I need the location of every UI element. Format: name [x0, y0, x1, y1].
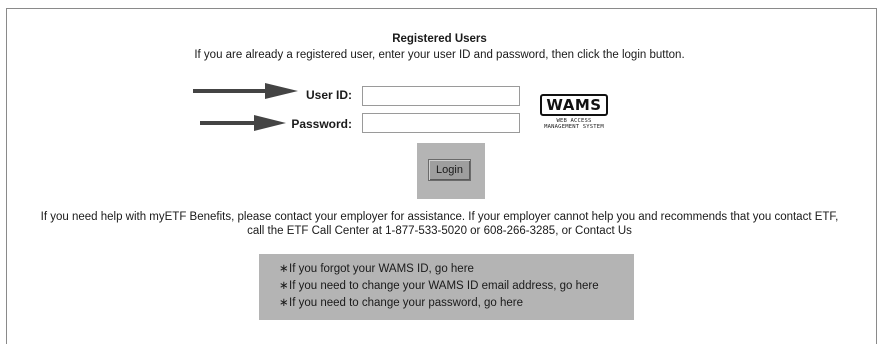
user-id-input[interactable]	[362, 86, 520, 106]
help-links-panel: ∗If you forgot your WAMS ID, go here ∗If…	[259, 254, 634, 320]
help-text: If you need help with myETF Benefits, pl…	[0, 210, 879, 238]
help-line-2: call the ETF Call Center at 1-877-533-50…	[247, 225, 632, 237]
wams-logo-line2: MANAGEMENT SYSTEM	[544, 124, 604, 130]
wams-logo: WAMS WEB ACCESS MANAGEMENT SYSTEM	[540, 94, 608, 134]
password-input[interactable]	[362, 113, 520, 133]
link-label[interactable]: If you need to change your password, go …	[289, 297, 523, 309]
bullet-icon: ∗	[279, 297, 289, 309]
forgot-wams-id-link[interactable]: ∗If you forgot your WAMS ID, go here	[279, 261, 599, 278]
help-links-list: ∗If you forgot your WAMS ID, go here ∗If…	[279, 261, 599, 312]
section-intro: If you are already a registered user, en…	[194, 49, 685, 61]
link-label[interactable]: If you need to change your WAMS ID email…	[289, 280, 599, 292]
change-password-link[interactable]: ∗If you need to change your password, go…	[279, 295, 599, 312]
link-label[interactable]: If you forgot your WAMS ID, go here	[289, 263, 474, 275]
bullet-icon: ∗	[279, 263, 289, 275]
bullet-icon: ∗	[279, 280, 289, 292]
section-title: Registered Users	[392, 33, 487, 45]
wams-logo-word: WAMS	[540, 94, 608, 116]
password-label: Password:	[291, 117, 352, 131]
user-id-label: User ID:	[305, 88, 352, 102]
change-email-link[interactable]: ∗If you need to change your WAMS ID emai…	[279, 278, 599, 295]
login-button[interactable]: Login	[428, 159, 471, 181]
help-line-1: If you need help with myETF Benefits, pl…	[40, 211, 839, 223]
login-panel: Login	[417, 143, 485, 199]
